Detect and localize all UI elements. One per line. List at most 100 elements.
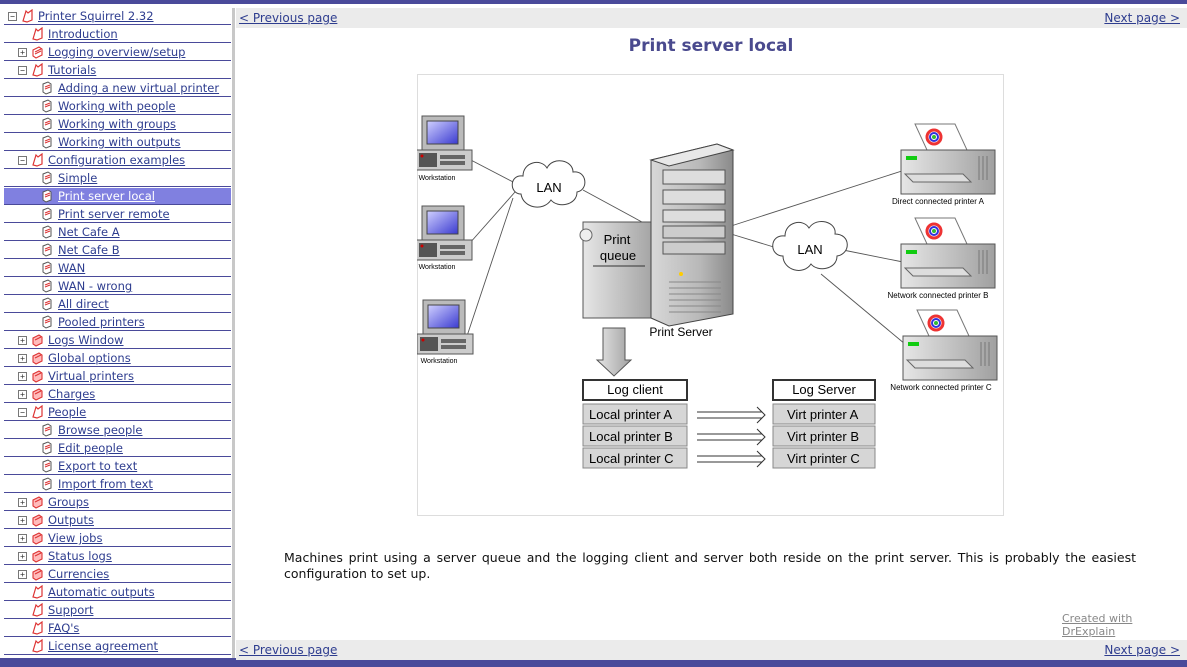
tree-item-working-with-people[interactable]: Working with people xyxy=(4,98,231,115)
tree-item-export-to-text[interactable]: Export to text xyxy=(4,458,231,475)
tree-item-label[interactable]: People xyxy=(48,404,86,421)
collapse-icon[interactable]: − xyxy=(8,12,17,21)
tree-item-label[interactable]: Net Cafe A xyxy=(58,224,120,241)
tree-item-working-with-groups[interactable]: Working with groups xyxy=(4,116,231,133)
tree-item-automatic-outputs[interactable]: Automatic outputs xyxy=(4,584,231,601)
tree-item-groups[interactable]: + Groups xyxy=(4,494,231,511)
tree-item-label[interactable]: Status logs xyxy=(48,548,112,565)
tree-item-charges[interactable]: + Charges xyxy=(4,386,231,403)
tree-item-import-from-text[interactable]: Import from text xyxy=(4,476,231,493)
expand-icon[interactable]: + xyxy=(18,498,27,507)
tree-item-adding-a-new-virtual-printer[interactable]: Adding a new virtual printer xyxy=(4,80,231,97)
collapse-icon[interactable]: − xyxy=(18,66,27,75)
tree-item-print-server-local[interactable]: Print server local xyxy=(4,188,231,205)
tree-item-print-server-remote[interactable]: Print server remote xyxy=(4,206,231,223)
tree-item-label[interactable]: Edit people xyxy=(58,440,123,457)
tree-item-configuration-examples[interactable]: − Configuration examples xyxy=(4,152,231,169)
tree-item-simple[interactable]: Simple xyxy=(4,170,231,187)
svg-text:Workstation: Workstation xyxy=(419,264,456,271)
expand-icon[interactable]: + xyxy=(18,570,27,579)
tree-item-edit-people[interactable]: Edit people xyxy=(4,440,231,457)
tree-item-label[interactable]: Charges xyxy=(48,386,95,403)
tree-item-label[interactable]: Simple xyxy=(58,170,97,187)
book-closed-icon xyxy=(32,549,43,563)
expand-icon[interactable]: + xyxy=(18,336,27,345)
svg-text:Local printer C: Local printer C xyxy=(589,451,674,466)
book-closed-icon xyxy=(32,333,43,347)
tree-item-label[interactable]: Working with groups xyxy=(58,116,176,133)
credit-link[interactable]: Created with DrExplain xyxy=(1062,612,1187,638)
tree-item-label[interactable]: Print server local xyxy=(58,188,155,205)
expand-icon[interactable]: + xyxy=(18,552,27,561)
tree-item-label[interactable]: Working with outputs xyxy=(58,134,181,151)
tree-item-net-cafe-a[interactable]: Net Cafe A xyxy=(4,224,231,241)
tree-item-label[interactable]: Configuration examples xyxy=(48,152,185,169)
collapse-icon[interactable]: − xyxy=(18,156,27,165)
tree-item-label[interactable]: All direct xyxy=(58,296,109,313)
tree-item-label[interactable]: FAQ's xyxy=(48,620,79,637)
tree-item-label[interactable]: Print server remote xyxy=(58,206,170,223)
tree-item-label[interactable]: Export to text xyxy=(58,458,137,475)
tree-item-label[interactable]: Global options xyxy=(48,350,131,367)
tree-item-label[interactable]: Pooled printers xyxy=(58,314,145,331)
page-icon xyxy=(42,315,53,329)
tree-item-label[interactable]: Net Cafe B xyxy=(58,242,120,259)
tree-item-label[interactable]: Automatic outputs xyxy=(48,584,155,601)
tree-item-pooled-printers[interactable]: Pooled printers xyxy=(4,314,231,331)
tree-item-label[interactable]: Browse people xyxy=(58,422,143,439)
page-icon xyxy=(42,441,53,455)
expand-icon[interactable]: + xyxy=(18,372,27,381)
expand-icon[interactable]: + xyxy=(18,48,27,57)
expand-icon[interactable]: + xyxy=(18,390,27,399)
expand-icon[interactable]: + xyxy=(18,516,27,525)
tree-item-label[interactable]: WAN xyxy=(58,260,85,277)
tree-item-label[interactable]: Logs Window xyxy=(48,332,124,349)
tree-item-support[interactable]: Support xyxy=(4,602,231,619)
tree-item-logs-window[interactable]: + Logs Window xyxy=(4,332,231,349)
tree-item-label[interactable]: Virtual printers xyxy=(48,368,134,385)
tree-item-label[interactable]: Currencies xyxy=(48,566,109,583)
tree-item-faq-s[interactable]: FAQ's xyxy=(4,620,231,637)
tree-item-tutorials[interactable]: − Tutorials xyxy=(4,62,231,79)
tree-item-all-direct[interactable]: All direct xyxy=(4,296,231,313)
tree-item-global-options[interactable]: + Global options xyxy=(4,350,231,367)
tree-item-license-agreement[interactable]: License agreement xyxy=(4,638,231,655)
tree-item-label[interactable]: Introduction xyxy=(48,26,118,43)
tree-item-logging-overview-setup[interactable]: + Logging overview/setup xyxy=(4,44,231,61)
tree-item-label[interactable]: Adding a new virtual printer xyxy=(58,80,219,97)
tree-item-printer-squirrel-2-32[interactable]: − Printer Squirrel 2.32 xyxy=(4,8,231,25)
next-page-link-top[interactable]: Next page > xyxy=(1104,11,1180,25)
page-icon xyxy=(42,117,53,131)
tree-item-outputs[interactable]: + Outputs xyxy=(4,512,231,529)
tree-item-label[interactable]: Logging overview/setup xyxy=(48,44,185,61)
book-open-icon xyxy=(32,620,43,635)
page-title: Print server local xyxy=(628,36,794,56)
tree-item-label[interactable]: Import from text xyxy=(58,476,153,493)
tree-item-label[interactable]: WAN - wrong xyxy=(58,278,132,295)
tree-item-label[interactable]: License agreement xyxy=(48,638,158,655)
tree-item-wan[interactable]: WAN xyxy=(4,260,231,277)
tree-item-label[interactable]: Groups xyxy=(48,494,89,511)
tree-item-browse-people[interactable]: Browse people xyxy=(4,422,231,439)
tree-item-label[interactable]: View jobs xyxy=(48,530,102,547)
tree-item-working-with-outputs[interactable]: Working with outputs xyxy=(4,134,231,151)
tree-item-currencies[interactable]: + Currencies xyxy=(4,566,231,583)
tree-item-virtual-printers[interactable]: + Virtual printers xyxy=(4,368,231,385)
collapse-icon[interactable]: − xyxy=(18,408,27,417)
tree-item-net-cafe-b[interactable]: Net Cafe B xyxy=(4,242,231,259)
tree-item-label[interactable]: Support xyxy=(48,602,93,619)
tree-item-label[interactable]: Tutorials xyxy=(48,62,96,79)
tree-item-view-jobs[interactable]: + View jobs xyxy=(4,530,231,547)
tree-item-status-logs[interactable]: + Status logs xyxy=(4,548,231,565)
next-page-link-bottom[interactable]: Next page > xyxy=(1104,643,1180,657)
tree-item-label[interactable]: Working with people xyxy=(58,98,176,115)
expand-icon[interactable]: + xyxy=(18,534,27,543)
tree-item-introduction[interactable]: Introduction xyxy=(4,26,231,43)
tree-item-wan-wrong[interactable]: WAN - wrong xyxy=(4,278,231,295)
tree-item-label[interactable]: Outputs xyxy=(48,512,94,529)
previous-page-link-bottom[interactable]: < Previous page xyxy=(239,643,337,657)
tree-item-people[interactable]: − People xyxy=(4,404,231,421)
previous-page-link-top[interactable]: < Previous page xyxy=(239,11,337,25)
expand-icon[interactable]: + xyxy=(18,354,27,363)
tree-item-label[interactable]: Printer Squirrel 2.32 xyxy=(38,8,154,25)
